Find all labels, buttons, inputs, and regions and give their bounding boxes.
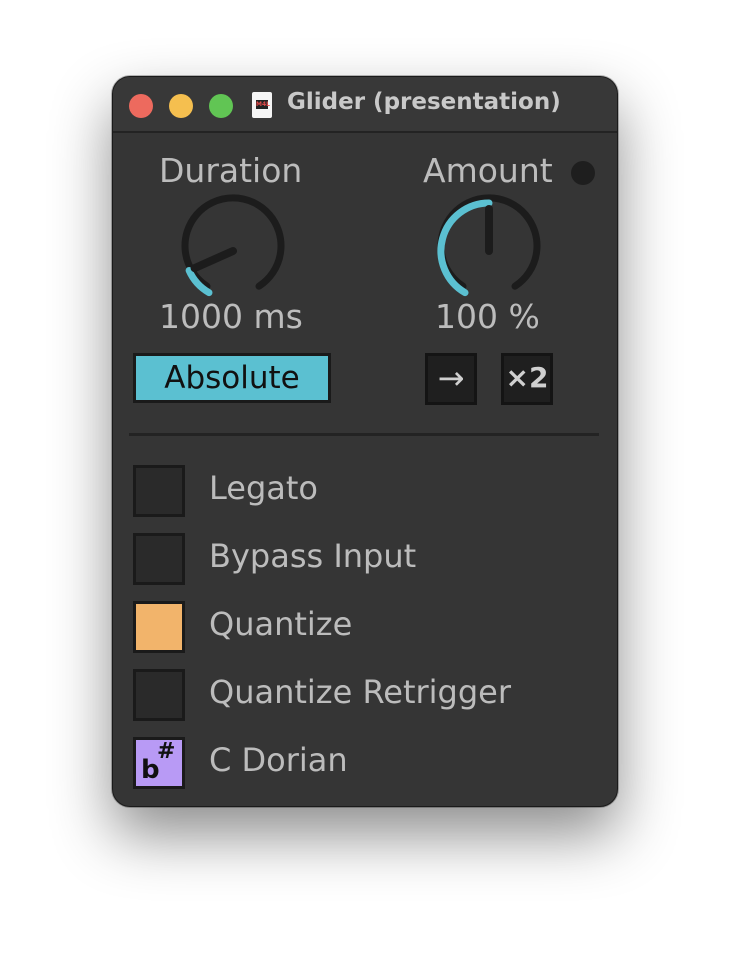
duration-knob[interactable] [173, 191, 293, 311]
quantize-toggle[interactable] [133, 601, 185, 653]
document-icon: M4L [252, 92, 272, 118]
title-bar: M4L Glider (presentation) [113, 77, 617, 133]
duration-knob-track [181, 194, 285, 290]
arrow-button[interactable]: → [425, 353, 477, 405]
close-window-button[interactable] [129, 94, 153, 118]
absolute-mode-button[interactable]: Absolute [133, 353, 331, 403]
amount-knob[interactable] [429, 191, 549, 311]
duration-label: Duration [159, 151, 303, 190]
scale-button[interactable]: b # [133, 737, 185, 789]
duration-knob-pointer [190, 247, 237, 273]
bypass-input-toggle[interactable] [133, 533, 185, 585]
window-title: Glider (presentation) [287, 89, 561, 115]
sharp-icon: # [157, 739, 176, 764]
amount-value: 100 % [435, 297, 540, 336]
scale-label: C Dorian [209, 741, 348, 779]
legato-label: Legato [209, 469, 318, 507]
max-for-live-badge: M4L [256, 100, 270, 109]
double-button[interactable]: ×2 [501, 353, 553, 405]
device-window: M4L Glider (presentation) Duration 1000 … [112, 76, 618, 807]
minimize-window-button[interactable] [169, 94, 193, 118]
quantize-label: Quantize [209, 605, 353, 643]
amount-label: Amount [423, 151, 553, 190]
legato-toggle[interactable] [133, 465, 185, 517]
section-divider [129, 433, 599, 436]
quantize-retrigger-label: Quantize Retrigger [209, 673, 511, 711]
quantize-retrigger-toggle[interactable] [133, 669, 185, 721]
bypass-input-label: Bypass Input [209, 537, 417, 575]
duration-value: 1000 ms [159, 297, 303, 336]
maximize-window-button[interactable] [209, 94, 233, 118]
status-led [571, 161, 595, 185]
